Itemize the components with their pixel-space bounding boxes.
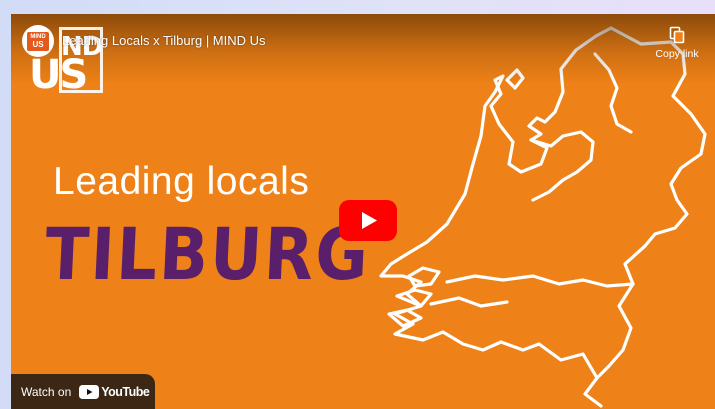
- video-player[interactable]: ND US MIND US Leading Locals x Tilburg |…: [11, 14, 715, 409]
- city-name-text: TILBURG: [43, 214, 372, 297]
- avatar-badge: MIND US: [27, 31, 49, 51]
- copy-link-label: Copy link: [655, 48, 699, 60]
- channel-avatar[interactable]: MIND US: [22, 25, 54, 57]
- copy-link-button[interactable]: Copy link: [647, 26, 707, 66]
- video-headline-text: Leading locals: [53, 160, 310, 203]
- youtube-logo-icon: YouTube: [79, 384, 150, 399]
- video-title-link[interactable]: Leading Locals x Tilburg | MIND Us: [62, 33, 266, 48]
- watch-on-label: Watch on: [21, 384, 72, 399]
- youtube-play-badge-icon: [79, 384, 100, 399]
- avatar-text-bottom: US: [32, 39, 44, 49]
- watch-on-youtube-button[interactable]: Watch on YouTube: [11, 374, 155, 409]
- copy-icon: [669, 26, 685, 44]
- play-button[interactable]: [339, 200, 397, 241]
- youtube-wordmark: YouTube: [101, 384, 150, 399]
- title-overlay-shade: [11, 14, 715, 84]
